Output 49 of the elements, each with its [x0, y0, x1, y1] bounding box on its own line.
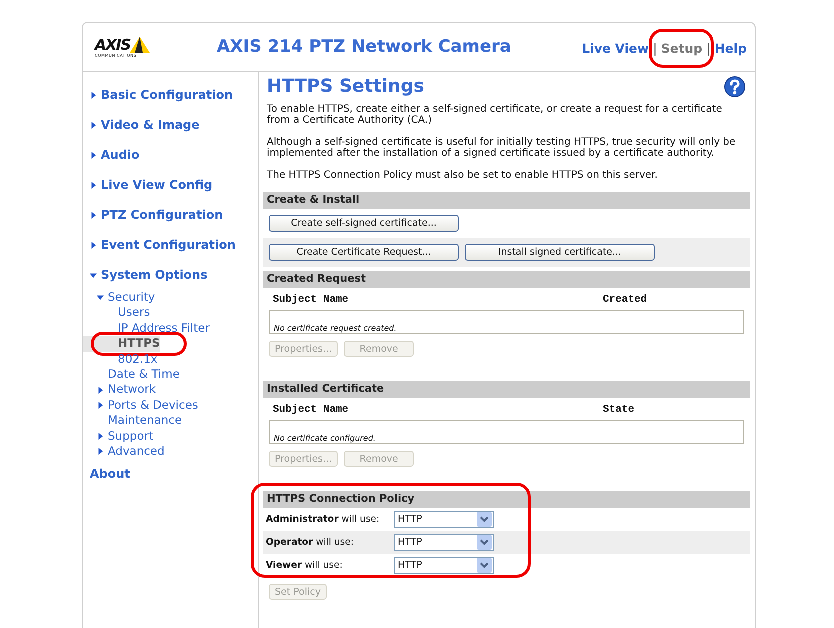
nav-link[interactable]: Setup	[661, 40, 703, 56]
nav-item[interactable]: Advanced	[83, 444, 165, 460]
action-button[interactable]: Create self-signed certificate...	[269, 215, 459, 232]
nav-item[interactable]: Live View Config	[83, 170, 213, 200]
section-header: HTTPS Connection Policy	[263, 491, 750, 508]
description-text: The HTTPS Connection Policy must also be set to enable HTTPS on this server.	[267, 170, 659, 181]
help-icon[interactable]	[724, 76, 746, 98]
action-button[interactable]: Install signed certificate...	[465, 244, 655, 261]
nav-item[interactable]: Security	[83, 290, 156, 306]
nav-item[interactable]: Date & Time	[83, 367, 180, 382]
nav-item[interactable]: Maintenance	[83, 413, 182, 429]
nav-item[interactable]: HTTPS	[83, 336, 160, 352]
action-button[interactable]: Create Certificate Request...	[269, 244, 459, 261]
nav-item[interactable]: 802.1x	[83, 352, 158, 368]
nav-item[interactable]: Users	[83, 305, 150, 321]
dropdown[interactable]: HTTP	[394, 557, 494, 574]
column-header: Created	[603, 294, 648, 306]
section-header: Installed Certificate	[263, 381, 750, 398]
nav-link[interactable]: Live View	[582, 40, 650, 56]
section-header: Create & Install	[263, 192, 750, 209]
nav-link[interactable]: Help	[714, 40, 747, 56]
empty-message: No certificate configured.	[274, 434, 376, 443]
page-title: HTTPS Settings	[267, 76, 424, 96]
product-title: AXIS 214 PTZ Network Camera	[217, 37, 512, 57]
column-header: State	[603, 404, 635, 416]
nav-item[interactable]: IP Address Filter	[83, 320, 210, 336]
nav-item[interactable]: PTZ Configuration	[83, 200, 224, 230]
dropdown[interactable]: HTTP	[394, 511, 494, 528]
nav-item[interactable]: Video & Image	[83, 110, 200, 140]
column-header: Subject Name	[273, 404, 350, 416]
nav-item[interactable]: Ports & Devices	[83, 398, 198, 414]
nav-item[interactable]: System Options	[83, 260, 208, 290]
separator: |	[653, 40, 658, 56]
field-label: Viewer will use:	[266, 560, 344, 571]
field-label: Administrator will use:	[266, 514, 381, 525]
separator: |	[706, 40, 711, 56]
nav-item[interactable]: Event Configuration	[83, 230, 236, 260]
empty-message: No certificate request created.	[274, 324, 397, 333]
nav-item[interactable]: About	[83, 459, 130, 490]
nav-item[interactable]: Network	[83, 382, 156, 398]
nav-item[interactable]: Basic Configuration	[83, 80, 234, 110]
nav-item[interactable]: Support	[83, 428, 154, 444]
dropdown[interactable]: HTTP	[394, 534, 494, 551]
description-text: To enable HTTPS, create either a self-signed certificate, or create a request for a certificate from a Certificate Authority (CA.)	[267, 104, 724, 126]
field-label: Operator will use:	[266, 537, 355, 548]
section-header: Created Request	[263, 271, 750, 288]
description-text: Although a self-signed certificate is useful for initially testing HTTPS, true security will only be implemented after the installation of a signed certificate issued by a certificate authority.	[267, 137, 737, 159]
nav-item[interactable]: Audio	[83, 140, 140, 170]
column-header: Subject Name	[273, 294, 350, 306]
